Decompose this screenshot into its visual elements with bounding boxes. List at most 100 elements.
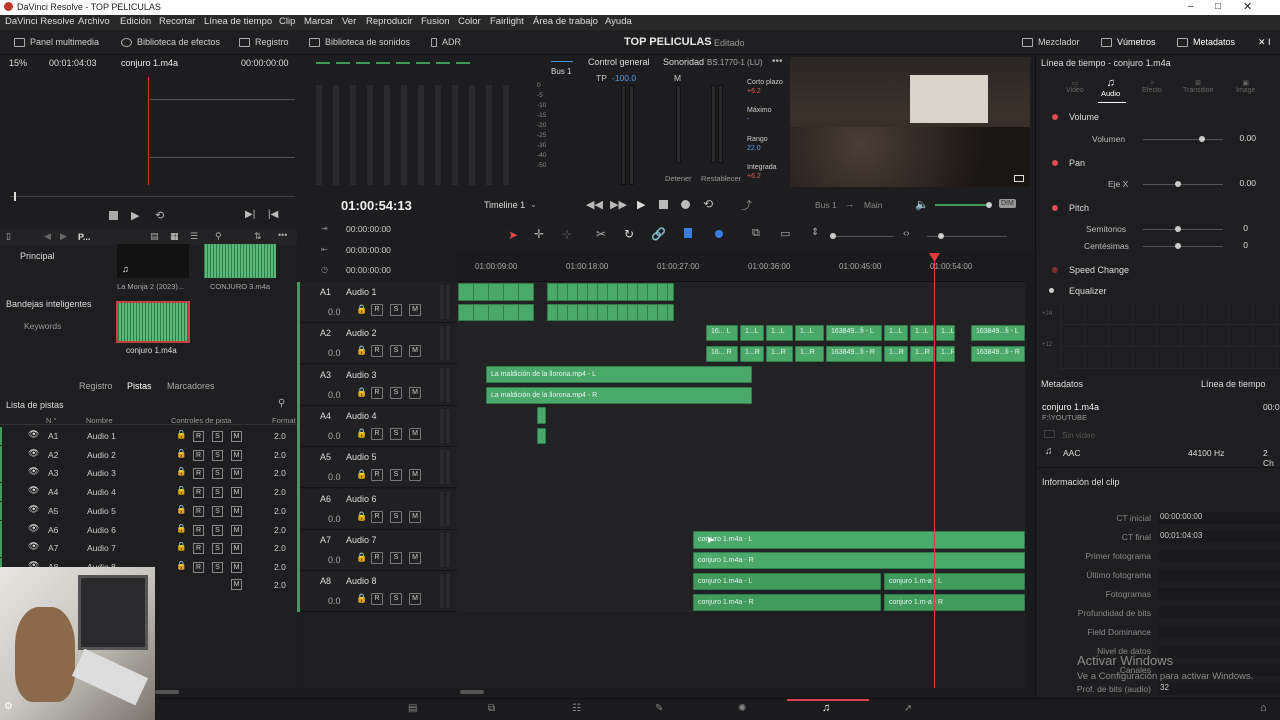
timeline-scrollbar[interactable] <box>298 688 1035 698</box>
solo-button[interactable]: S <box>390 593 402 606</box>
track-name[interactable]: Audio 8 <box>346 576 377 586</box>
clip-a1-l-group1[interactable] <box>458 283 534 301</box>
track-header-a2[interactable]: A2 Audio 2 0.0 🔒 R S M <box>298 323 457 365</box>
semitonos-slider[interactable] <box>1143 229 1223 230</box>
centesimas-knob[interactable] <box>1175 243 1181 249</box>
lock-icon[interactable]: 🔒 <box>176 466 187 477</box>
fusion-page-icon[interactable]: ✎ <box>655 703 663 714</box>
track-volume[interactable]: 0.0 <box>328 555 341 565</box>
razor-icon[interactable]: ✂ <box>596 227 606 241</box>
clip-info-value[interactable]: 00:00:00:00 <box>1158 512 1280 524</box>
lock-icon[interactable]: 🔒 <box>176 541 187 552</box>
mezclador-button[interactable]: Mezclador <box>1022 37 1080 48</box>
solo-button[interactable]: S <box>212 468 223 480</box>
lock-icon[interactable]: 🔒 <box>176 448 187 459</box>
clip-a2-l[interactable]: 1...L <box>795 325 824 341</box>
timeline-selector[interactable]: Timeline 1 <box>484 200 525 210</box>
clip-a2-l[interactable]: 16... L <box>706 325 738 341</box>
visibility-icon[interactable]: 👁 <box>28 466 39 477</box>
record-arm-button[interactable]: R <box>193 487 204 499</box>
close-icon[interactable]: ✕ <box>1243 0 1252 13</box>
clip-info-value[interactable] <box>1158 569 1280 581</box>
pan-enable-icon[interactable] <box>1052 160 1058 166</box>
clip-a2-l[interactable]: 163849...fi - L <box>971 325 1025 341</box>
clip-info-value[interactable]: 32 <box>1158 683 1280 695</box>
adr-button[interactable]: ADR <box>431 37 461 48</box>
semitonos-value[interactable]: 0 <box>1226 223 1248 233</box>
solo-button[interactable]: S <box>390 510 402 523</box>
tab-transition[interactable]: ⊠ Transition <box>1183 79 1213 94</box>
stop-icon[interactable] <box>109 211 118 220</box>
selection-tool-icon[interactable]: ➤ <box>508 228 518 242</box>
tab-image[interactable]: ▣ Image <box>1236 79 1255 94</box>
track-name[interactable]: Audio 5 <box>346 452 377 462</box>
mute-button[interactable]: M <box>409 386 421 399</box>
search-icon[interactable]: ⚲ <box>278 398 285 409</box>
record-arm-button[interactable]: R <box>193 524 204 536</box>
lock-icon[interactable]: 🔒 <box>176 504 187 515</box>
track-list-row[interactable]: 👁 A4 Audio 4 🔒 R S M 2.0 <box>0 483 298 502</box>
more-options-icon[interactable]: ••• <box>278 230 287 240</box>
mute-button[interactable]: M <box>409 510 421 523</box>
zoom-fit-icon[interactable]: ⧉ <box>752 227 760 240</box>
clip-a1-r-group1[interactable] <box>458 304 534 321</box>
visibility-icon[interactable]: 👁 <box>28 448 39 459</box>
edit-page-icon[interactable]: ☷ <box>572 703 581 714</box>
menu-ayuda[interactable]: Ayuda <box>605 16 632 27</box>
lock-icon[interactable]: 🔒 <box>356 387 367 398</box>
track-volume[interactable]: 0.0 <box>328 472 341 482</box>
tab-effects[interactable]: ✧ Efecto <box>1142 79 1162 94</box>
solo-button[interactable]: S <box>390 304 402 316</box>
bin-principal[interactable]: Principal <box>20 251 55 261</box>
media-page-icon[interactable]: ▤ <box>408 703 417 714</box>
solo-button[interactable]: S <box>390 345 402 358</box>
clip-a2-l[interactable]: 1...L <box>910 325 934 341</box>
mute-button[interactable]: M <box>409 304 421 316</box>
automation-icon[interactable]: ⤴ <box>741 197 752 213</box>
track-volume[interactable]: 0.0 <box>328 307 341 317</box>
clip-a2-r[interactable]: 1...R <box>795 346 824 362</box>
equalizer-enable-icon[interactable] <box>1049 288 1054 293</box>
track-list-row[interactable]: 👁 A3 Audio 3 🔒 R S M 2.0 <box>0 464 298 483</box>
list-view-icon[interactable]: ▤ <box>150 231 159 242</box>
dim-button[interactable]: DIM <box>999 199 1016 208</box>
track-volume[interactable]: 0.0 <box>328 348 341 358</box>
edit-tool-icon[interactable]: ⊹ <box>562 227 572 241</box>
volumen-knob[interactable] <box>1199 136 1205 142</box>
main-output[interactable]: Main <box>864 200 882 210</box>
horizontal-zoom-icon[interactable]: ‹› <box>903 228 910 239</box>
track-name[interactable]: Audio 1 <box>346 287 377 297</box>
expand-icon[interactable]: ⇕ <box>811 227 819 238</box>
record-arm-button[interactable]: R <box>371 304 383 316</box>
snapping-icon[interactable]: ↻ <box>624 227 634 241</box>
loop-icon[interactable]: ⟲ <box>155 209 164 222</box>
metadata-view-icon[interactable]: ☰ <box>190 231 198 242</box>
track-list-row[interactable]: 👁 A5 Audio 5 🔒 R S M 2.0 <box>0 501 298 520</box>
clip-a2-l[interactable]: 163849...fi - L <box>826 325 882 341</box>
source-zoom[interactable]: 15% <box>9 58 27 68</box>
link-icon[interactable]: 🔗 <box>651 227 666 241</box>
clip-a1-r-group2[interactable] <box>547 304 674 321</box>
eje-x-value[interactable]: 0.00 <box>1226 178 1256 188</box>
timeline-playhead[interactable] <box>934 256 935 688</box>
track-name[interactable]: Audio 6 <box>346 494 377 504</box>
deliver-page-icon[interactable]: ➚ <box>904 703 912 714</box>
record-arm-button[interactable]: R <box>371 386 383 399</box>
lock-icon[interactable]: 🔒 <box>356 469 367 480</box>
volume-section[interactable]: Volume <box>1069 112 1099 122</box>
clip-a4-r[interactable] <box>537 428 546 444</box>
back-icon[interactable]: ◀ <box>44 231 51 242</box>
clip-a8-l-2[interactable]: conjuro 1.m-a - L <box>884 573 1025 590</box>
sidebar-toggle-icon[interactable]: ▯ <box>6 231 11 242</box>
thumb-conjuro-3[interactable] <box>204 244 276 278</box>
visibility-icon[interactable]: 👁 <box>28 523 39 534</box>
menu-ver[interactable]: Ver <box>342 16 356 27</box>
clip-a3-l[interactable]: La maldición de la llorona.mp4 - L <box>486 366 752 383</box>
speaker-icon[interactable]: 🔈 <box>915 198 929 211</box>
mute-button[interactable]: M <box>231 468 242 480</box>
source-scrubber[interactable] <box>10 196 295 197</box>
record-arm-button[interactable]: R <box>371 510 383 523</box>
solo-button[interactable]: S <box>212 524 223 536</box>
clip-info-value[interactable] <box>1158 626 1280 638</box>
eje-x-slider[interactable] <box>1143 184 1223 185</box>
